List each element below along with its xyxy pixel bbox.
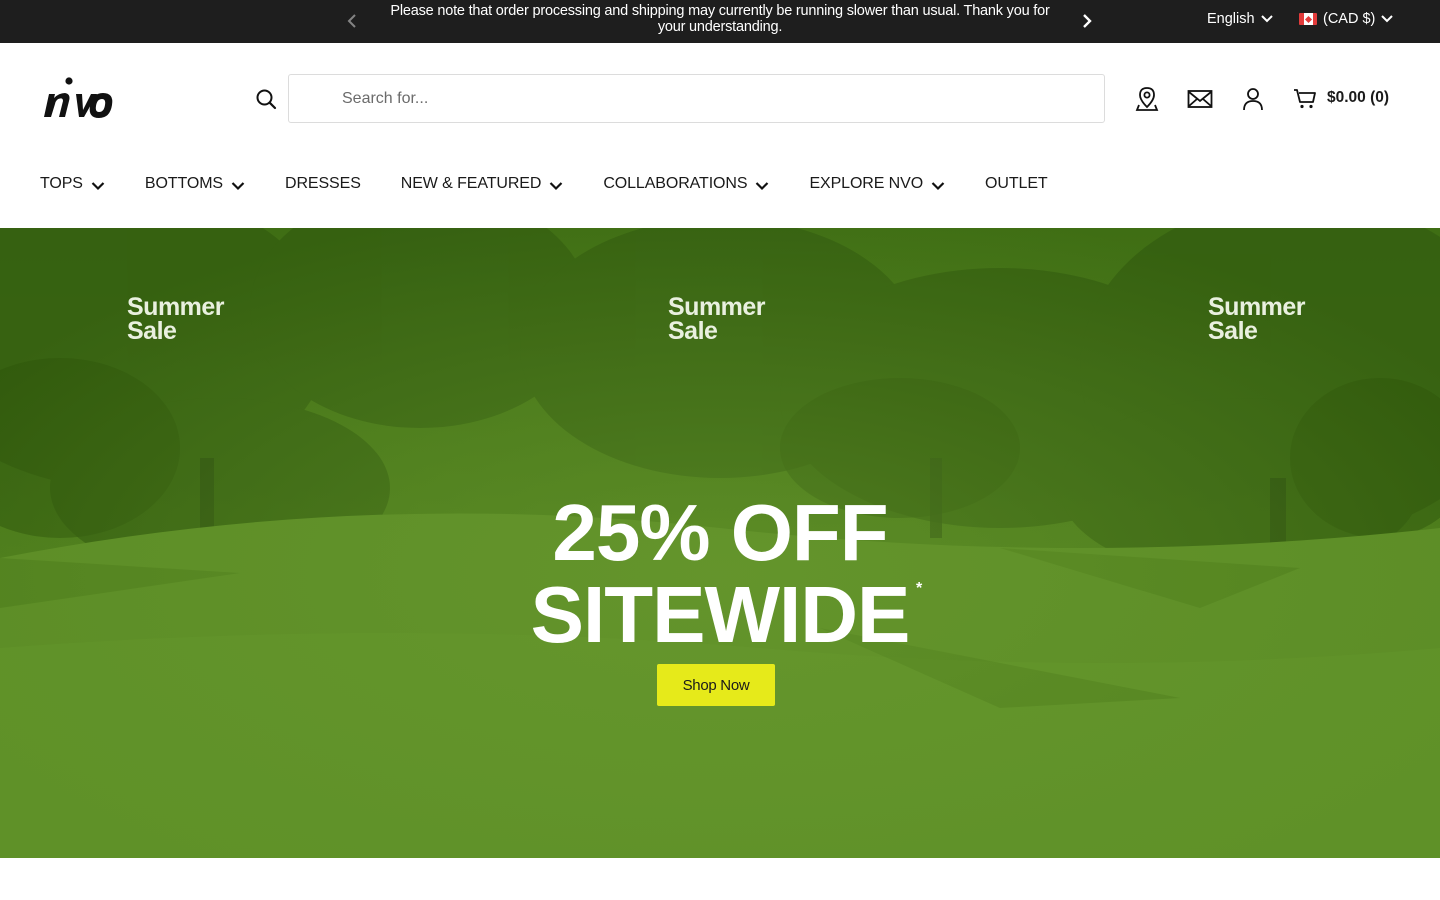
language-selector[interactable]: English [1207, 11, 1273, 27]
summer-sale-label: Summer Sale [127, 293, 225, 345]
shop-now-button[interactable]: Shop Now [657, 664, 775, 706]
summer-sale-label: Summer Sale [1208, 293, 1306, 345]
account-icon[interactable] [1240, 86, 1266, 112]
currency-label: (CAD $) [1323, 11, 1376, 27]
hero-banner[interactable]: Summer Sale Summer Sale Summer Sale 25% OFF… [0, 228, 1440, 858]
cart-icon [1294, 89, 1316, 109]
search-input[interactable] [288, 74, 1105, 123]
nav-label: TOPS [40, 175, 83, 192]
chevron-right-icon[interactable] [1077, 11, 1097, 31]
hero-headline-line2: SITEWIDE [530, 570, 911, 659]
chevron-down-icon [91, 181, 105, 190]
currency-selector[interactable]: (CAD $) [1299, 11, 1394, 27]
chevron-down-icon [931, 181, 945, 190]
nav-label: COLLABORATIONS [603, 175, 748, 192]
nav-label: OUTLET [985, 175, 1048, 192]
announcement-bar: Please note that order processing and sh… [0, 0, 1440, 43]
chevron-left-icon[interactable] [342, 11, 362, 31]
mail-icon[interactable] [1187, 86, 1213, 112]
nav-item-bottoms[interactable]: BOTTOMS [145, 175, 245, 193]
hero-asterisk: * [916, 580, 923, 597]
chevron-down-icon [1260, 15, 1273, 23]
nav-label: EXPLORE NVO [809, 175, 924, 192]
nav-item-explore-nvo[interactable]: EXPLORE NVO [809, 175, 945, 193]
canada-flag-icon [1299, 13, 1317, 25]
search-icon[interactable] [255, 88, 277, 110]
nav-item-new-featured[interactable]: NEW & FEATURED [401, 175, 564, 193]
nav-label: NEW & FEATURED [400, 175, 542, 192]
summer-sale-label: Summer Sale [668, 293, 766, 345]
nav-item-dresses[interactable]: DRESSES [285, 175, 361, 193]
main-nav: TOPS BOTTOMS DRESSES NEW & FEATURED COLL… [40, 174, 1088, 194]
chevron-down-icon [1381, 15, 1394, 23]
chevron-down-icon [231, 181, 245, 190]
cart-button[interactable]: $0.00 (0) [1293, 86, 1389, 110]
nav-item-collaborations[interactable]: COLLABORATIONS [603, 175, 769, 193]
brand-logo[interactable] [40, 76, 114, 122]
nav-item-outlet[interactable]: OUTLET [985, 175, 1048, 193]
nav-label: DRESSES [285, 175, 361, 192]
chevron-down-icon [756, 181, 769, 190]
announcement-message: Please note that order processing and sh… [390, 3, 1050, 35]
chevron-down-icon [550, 181, 563, 190]
cart-total: $0.00 (0) [1327, 89, 1390, 106]
store-locator-icon[interactable] [1134, 86, 1160, 112]
hero-headline-line1: 25% OFF [552, 488, 888, 577]
language-label: English [1207, 11, 1255, 27]
nav-label: BOTTOMS [144, 175, 223, 192]
nav-item-tops[interactable]: TOPS [40, 175, 105, 193]
